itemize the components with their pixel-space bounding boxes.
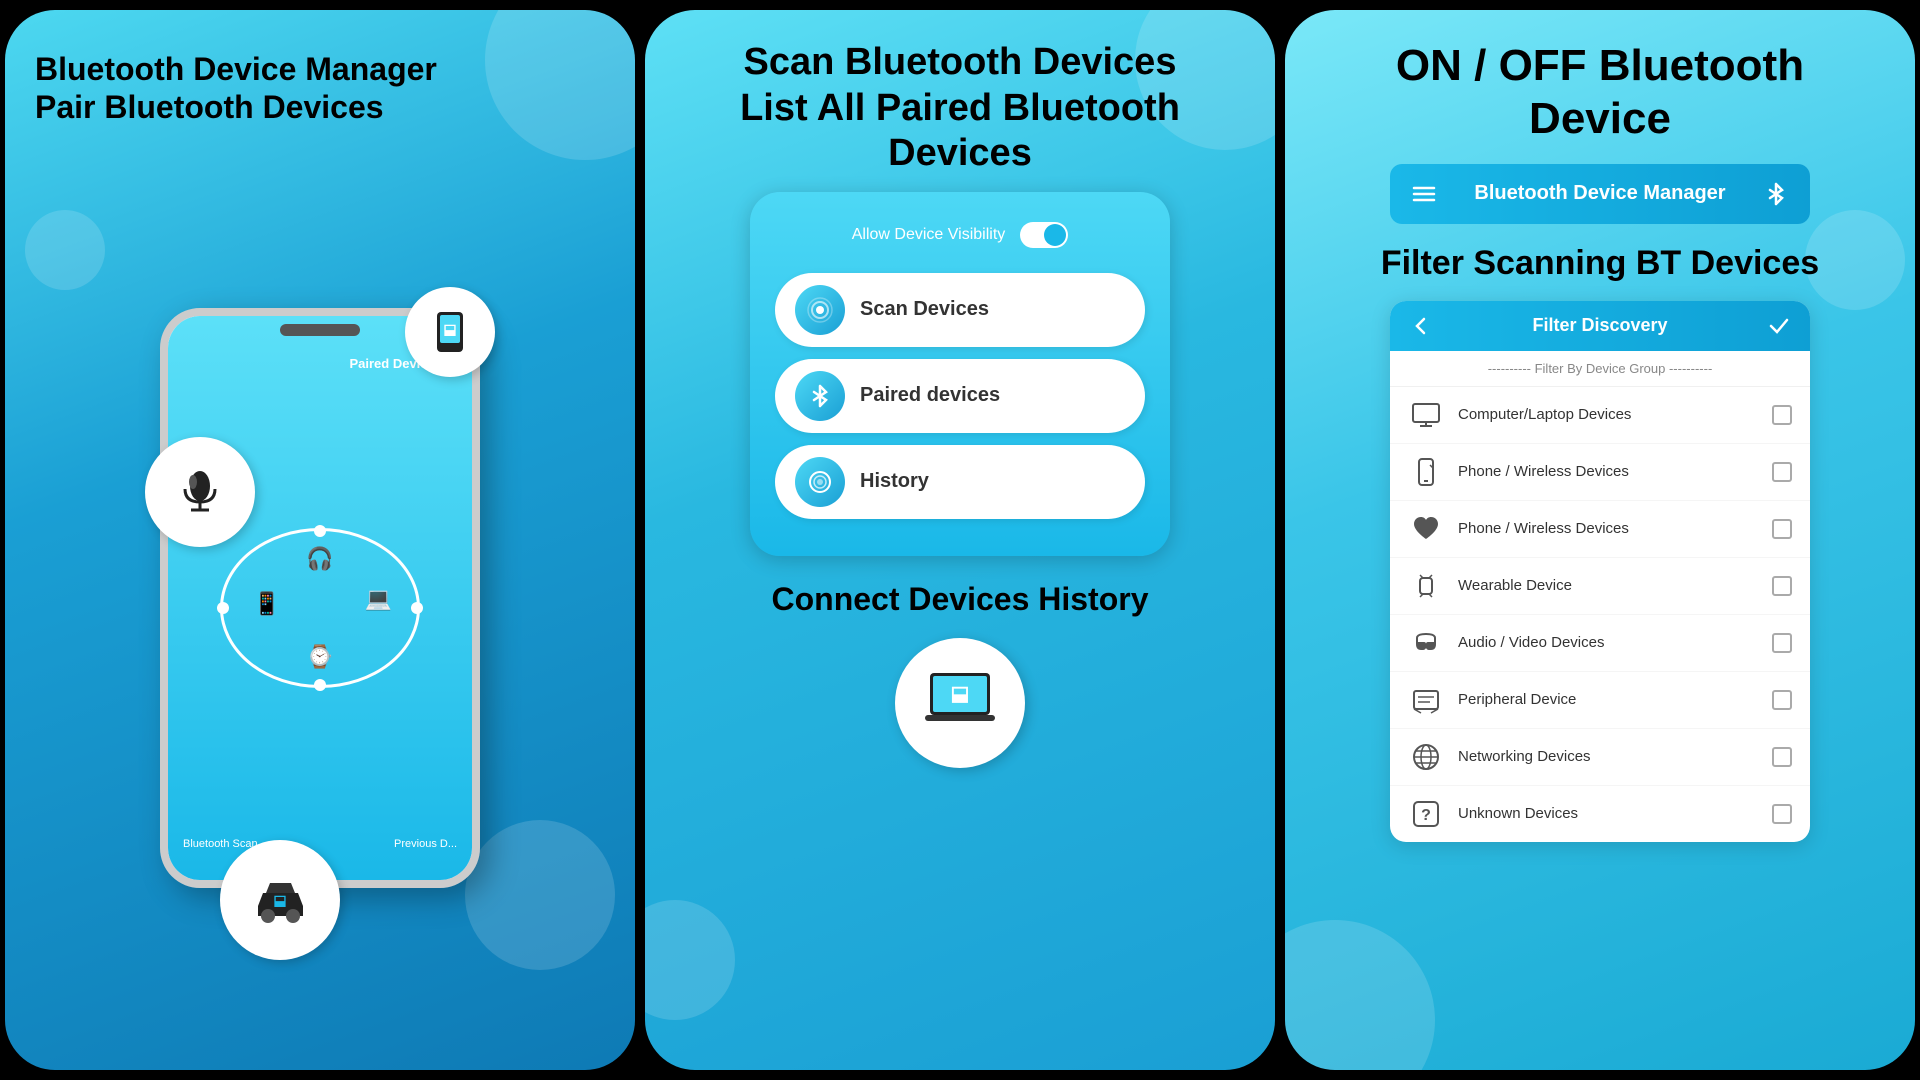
wearable-label: Wearable Device (1458, 577, 1758, 594)
peripheral-icon (1408, 682, 1444, 718)
panel-1: Bluetooth Device Manager Pair Bluetooth … (5, 10, 635, 1070)
history-button[interactable]: History (775, 445, 1145, 519)
networking-checkbox[interactable] (1772, 747, 1792, 767)
svg-text:⬓: ⬓ (273, 892, 286, 908)
scan-devices-button[interactable]: Scan Devices (775, 273, 1145, 347)
bluetooth-phone-icon: ⬓ (425, 307, 475, 357)
filter-item-computer[interactable]: Computer/Laptop Devices (1390, 387, 1810, 444)
audio-icon (1408, 625, 1444, 661)
computer-checkbox[interactable] (1772, 405, 1792, 425)
peripheral-label: Peripheral Device (1458, 691, 1758, 708)
filter-item-unknown[interactable]: ? Unknown Devices (1390, 786, 1810, 842)
filter-item-phone2[interactable]: Phone / Wireless Devices (1390, 501, 1810, 558)
panel-2-subtitle: Connect Devices History (771, 581, 1148, 618)
paired-devices-button[interactable]: Paired devices (775, 359, 1145, 433)
visibility-toggle[interactable] (1020, 222, 1068, 248)
panel-2-title: Scan Bluetooth Devices List All Paired B… (740, 40, 1180, 177)
filter-card: Filter Discovery ---------- Filter By De… (1390, 301, 1810, 842)
filter-item-audio[interactable]: Audio / Video Devices (1390, 615, 1810, 672)
visibility-label: Allow Device Visibility (852, 226, 1006, 244)
device-icon-1: 📱 (253, 591, 280, 617)
mic-icon (173, 464, 228, 519)
paired-devices-label: Paired devices (860, 384, 1000, 407)
device-icon-4: ⌚ (306, 644, 333, 670)
phone1-label: Phone / Wireless Devices (1458, 463, 1758, 480)
history-icon-circle (795, 457, 845, 507)
back-arrow-icon[interactable] (1410, 315, 1432, 337)
filter-items-list: Computer/Laptop Devices Phone / Wireless… (1390, 387, 1810, 842)
phone-mockup: Paired Devices 📱 🎧 💻 ⌚ Bluetooth Scan Pr… (160, 308, 480, 888)
unknown-checkbox[interactable] (1772, 804, 1792, 824)
networking-icon (1408, 739, 1444, 775)
filter-item-networking[interactable]: Networking Devices (1390, 729, 1810, 786)
networking-label: Networking Devices (1458, 748, 1758, 765)
svg-text:⬓: ⬓ (951, 683, 970, 705)
bluetooth-appbar-icon[interactable] (1762, 180, 1790, 208)
mic-circle (145, 437, 255, 547)
device-icon-2: 🎧 (306, 546, 333, 572)
svg-text:⬓: ⬓ (443, 321, 456, 337)
checkmark-icon[interactable] (1768, 315, 1790, 337)
device-icon-3: 💻 (365, 586, 392, 612)
wearable-icon (1408, 568, 1444, 604)
svg-text:?: ? (1421, 807, 1431, 824)
unknown-icon: ? (1408, 796, 1444, 832)
wearable-checkbox[interactable] (1772, 576, 1792, 596)
scan-devices-label: Scan Devices (860, 298, 989, 321)
scan-app-card: Allow Device Visibility Scan Devices (750, 192, 1170, 556)
filter-group-label: ---------- Filter By Device Group ------… (1390, 351, 1810, 387)
bluetooth-icon (806, 382, 834, 410)
panel-2: Scan Bluetooth Devices List All Paired B… (645, 10, 1275, 1070)
audio-checkbox[interactable] (1772, 633, 1792, 653)
filter-item-peripheral[interactable]: Peripheral Device (1390, 672, 1810, 729)
paired-icon-circle (795, 371, 845, 421)
car-bt-circle: ⬓ (220, 840, 340, 960)
computer-label: Computer/Laptop Devices (1458, 406, 1758, 423)
filter-item-wearable[interactable]: Wearable Device (1390, 558, 1810, 615)
car-bluetooth-icon: ⬓ (248, 868, 313, 933)
phone2-label: Phone / Wireless Devices (1458, 520, 1758, 537)
hamburger-icon[interactable] (1410, 180, 1438, 208)
bt-phone-circle: ⬓ (405, 287, 495, 377)
app-bar-title: Bluetooth Device Manager (1474, 182, 1725, 205)
audio-label: Audio / Video Devices (1458, 634, 1758, 651)
panel-3-title: ON / OFF Bluetooth Device (1396, 40, 1804, 146)
visibility-row: Allow Device Visibility (775, 222, 1145, 248)
filter-item-phone1[interactable]: Phone / Wireless Devices (1390, 444, 1810, 501)
scan-icon-circle (795, 285, 845, 335)
heart-icon (1408, 511, 1444, 547)
phone1-checkbox[interactable] (1772, 462, 1792, 482)
scan-icon (806, 296, 834, 324)
peripheral-checkbox[interactable] (1772, 690, 1792, 710)
filter-header: Filter Discovery (1390, 301, 1810, 351)
app-bar: Bluetooth Device Manager (1390, 164, 1810, 224)
oval-devices-container: 📱 🎧 💻 ⌚ (220, 528, 420, 688)
unknown-label: Unknown Devices (1458, 805, 1758, 822)
panel-3: ON / OFF Bluetooth Device Bluetooth Devi… (1285, 10, 1915, 1070)
history-icon (806, 468, 834, 496)
panel-1-title: Bluetooth Device Manager Pair Bluetooth … (35, 50, 437, 127)
panel-3-subtitle: Filter Scanning BT Devices (1381, 244, 1819, 283)
bluetooth-scan-label: Bluetooth Scan (183, 838, 258, 850)
prev-devices-label: Previous D... (394, 838, 457, 850)
computer-icon (1408, 397, 1444, 433)
phone-screen: Paired Devices 📱 🎧 💻 ⌚ Bluetooth Scan Pr… (168, 316, 472, 880)
laptop-bt-icon: ⬓ (920, 663, 1000, 743)
phone1-icon (1408, 454, 1444, 490)
laptop-bt-container: ⬓ (895, 638, 1025, 768)
phone-notch (280, 324, 360, 336)
phone2-checkbox[interactable] (1772, 519, 1792, 539)
toggle-knob (1044, 224, 1066, 246)
filter-header-title: Filter Discovery (1532, 315, 1667, 336)
history-label: History (860, 470, 929, 493)
